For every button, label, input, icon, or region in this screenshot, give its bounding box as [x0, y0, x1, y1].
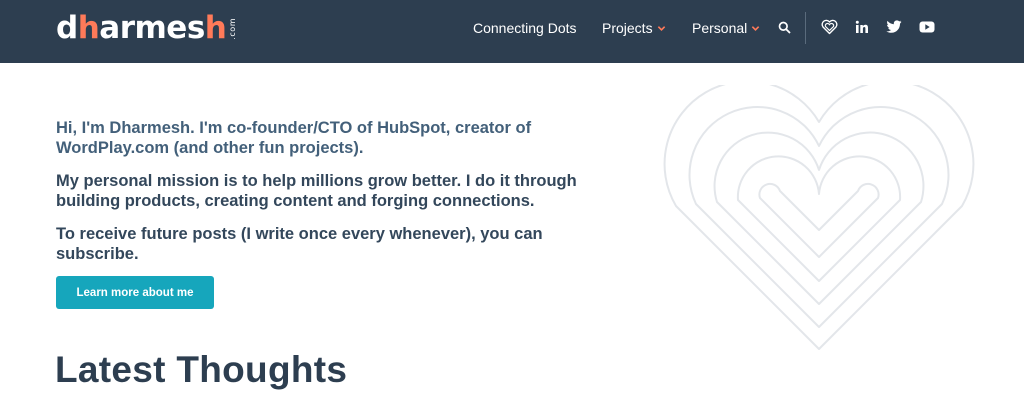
logo-suffix: .com: [228, 18, 238, 40]
nav-label: Projects: [602, 20, 653, 36]
learn-more-button[interactable]: Learn more about me: [56, 276, 214, 309]
logo-part: d: [56, 10, 78, 46]
intro-greeting: Hi, I'm Dharmesh. I'm co-founder/CTO of …: [56, 119, 532, 157]
nav-label: Connecting Dots: [473, 20, 577, 36]
nav-projects[interactable]: Projects: [602, 19, 666, 37]
site-logo[interactable]: dharmesh .com: [56, 10, 237, 46]
twitter-icon[interactable]: [885, 18, 903, 36]
nav-connecting-dots[interactable]: Connecting Dots: [473, 19, 577, 37]
intro-subscribe: To receive future posts (I write once ev…: [56, 225, 543, 263]
heart-graphic: [663, 85, 975, 350]
search-icon[interactable]: [775, 18, 793, 36]
nav-divider: [805, 12, 806, 44]
latest-thoughts-heading: Latest Thoughts: [55, 349, 348, 390]
site-header: dharmesh .com Connecting Dots Projects P…: [0, 0, 1024, 63]
youtube-icon[interactable]: [918, 18, 936, 36]
nav-label: Personal: [692, 20, 748, 36]
intro-mission: My personal mission is to help millions …: [56, 172, 577, 210]
nav-personal[interactable]: Personal: [692, 19, 760, 37]
logo-accent: h: [77, 10, 100, 46]
logo-wordmark: dharmesh: [56, 10, 227, 46]
heart-icon[interactable]: [820, 18, 838, 36]
chevron-down-icon: [752, 25, 760, 31]
logo-part: armes: [99, 10, 205, 46]
linkedin-icon[interactable]: [853, 18, 871, 36]
chevron-down-icon: [657, 25, 665, 31]
logo-accent: h: [204, 10, 227, 46]
